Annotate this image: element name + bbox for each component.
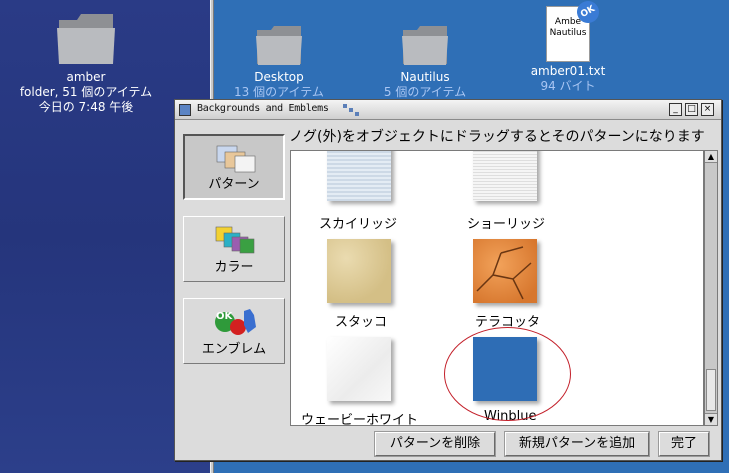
- done-button[interactable]: 完了: [659, 432, 709, 456]
- sidebar-item-label: カラー: [214, 260, 254, 275]
- sidebar-item-patterns[interactable]: パターン: [183, 134, 285, 200]
- scroll-thumb[interactable]: [706, 369, 716, 411]
- colors-icon: [215, 226, 255, 254]
- close-button[interactable]: ×: [701, 103, 714, 116]
- sidebar-item-label: パターン: [208, 177, 260, 192]
- sidebar-item-colors[interactable]: カラー: [183, 216, 285, 282]
- file-preview-line: Nautilus: [549, 28, 587, 38]
- pattern-label: ショーリッジ: [467, 217, 546, 232]
- window-menu-icon[interactable]: [179, 104, 191, 116]
- drag-hint-text: ノグ(外)をオブジェクトにドラッグするとそのパターンになります: [289, 129, 705, 145]
- icon-label: Desktop: [254, 70, 304, 84]
- folder-icon: [256, 26, 302, 65]
- minimize-button[interactable]: _: [669, 103, 682, 116]
- folder-icon: [402, 26, 448, 65]
- sidebar-item-label: エンブレム: [201, 342, 267, 357]
- emblem-ok-text: OK: [216, 311, 233, 322]
- pattern-swatch[interactable]: [473, 239, 537, 303]
- icon-label: Nautilus: [400, 70, 450, 84]
- icon-detail: folder, 51 個のアイテム: [19, 85, 153, 99]
- category-sidebar: パターン カラー OK エンブレム: [179, 124, 289, 456]
- pattern-label: スタッコ: [335, 315, 388, 330]
- desktop-icon-nautilus[interactable]: Nautilus 5 個のアイテム: [372, 24, 478, 100]
- pattern-scrollbar[interactable]: ▲ ▼: [704, 150, 718, 426]
- pattern-swatch[interactable]: [473, 151, 537, 201]
- add-new-pattern-button[interactable]: 新規パターンを追加: [505, 432, 649, 456]
- desktop-icon-amber01-txt[interactable]: Ambe Nautilus OK amber01.txt 94 バイト: [518, 0, 618, 94]
- pattern-swatch[interactable]: [327, 151, 391, 201]
- pattern-label: スカイリッジ: [319, 217, 398, 232]
- icon-label: amber01.txt: [530, 64, 606, 78]
- window-title: Backgrounds and Emblems: [197, 103, 329, 114]
- terracotta-crack-lines: [476, 246, 532, 300]
- desktop-icon-desktop[interactable]: Desktop 13 個のアイテム: [226, 24, 332, 100]
- scroll-up-arrow-icon[interactable]: ▲: [705, 151, 717, 163]
- desktop-icon-amber[interactable]: amber folder, 51 個のアイテム 今日の 7:48 午後: [6, 10, 166, 115]
- patterns-icon: [216, 145, 256, 173]
- folder-icon: [57, 14, 115, 64]
- selection-highlight-ring: [444, 327, 571, 421]
- text-file-icon: Ambe Nautilus OK: [546, 0, 604, 62]
- pattern-label: ウェービーホワイト: [301, 413, 419, 426]
- pattern-swatch[interactable]: [327, 239, 391, 303]
- scroll-down-arrow-icon[interactable]: ▼: [705, 413, 717, 425]
- titlebar-grip-pattern: [343, 104, 359, 116]
- icon-detail: 94 バイト: [540, 79, 596, 93]
- window-titlebar[interactable]: Backgrounds and Emblems _ □ ×: [175, 100, 721, 120]
- icon-label: amber: [66, 70, 106, 84]
- sidebar-item-emblems[interactable]: OK エンブレム: [183, 298, 285, 364]
- pattern-swatch[interactable]: [327, 337, 391, 401]
- backgrounds-emblems-window: Backgrounds and Emblems _ □ × パターン カラー O…: [174, 99, 722, 461]
- delete-pattern-button[interactable]: パターンを削除: [375, 432, 495, 456]
- icon-date: 今日の 7:48 午後: [38, 100, 134, 114]
- icon-detail: 5 個のアイテム: [383, 85, 467, 99]
- icon-detail: 13 個のアイテム: [234, 85, 324, 99]
- maximize-button[interactable]: □: [685, 103, 698, 116]
